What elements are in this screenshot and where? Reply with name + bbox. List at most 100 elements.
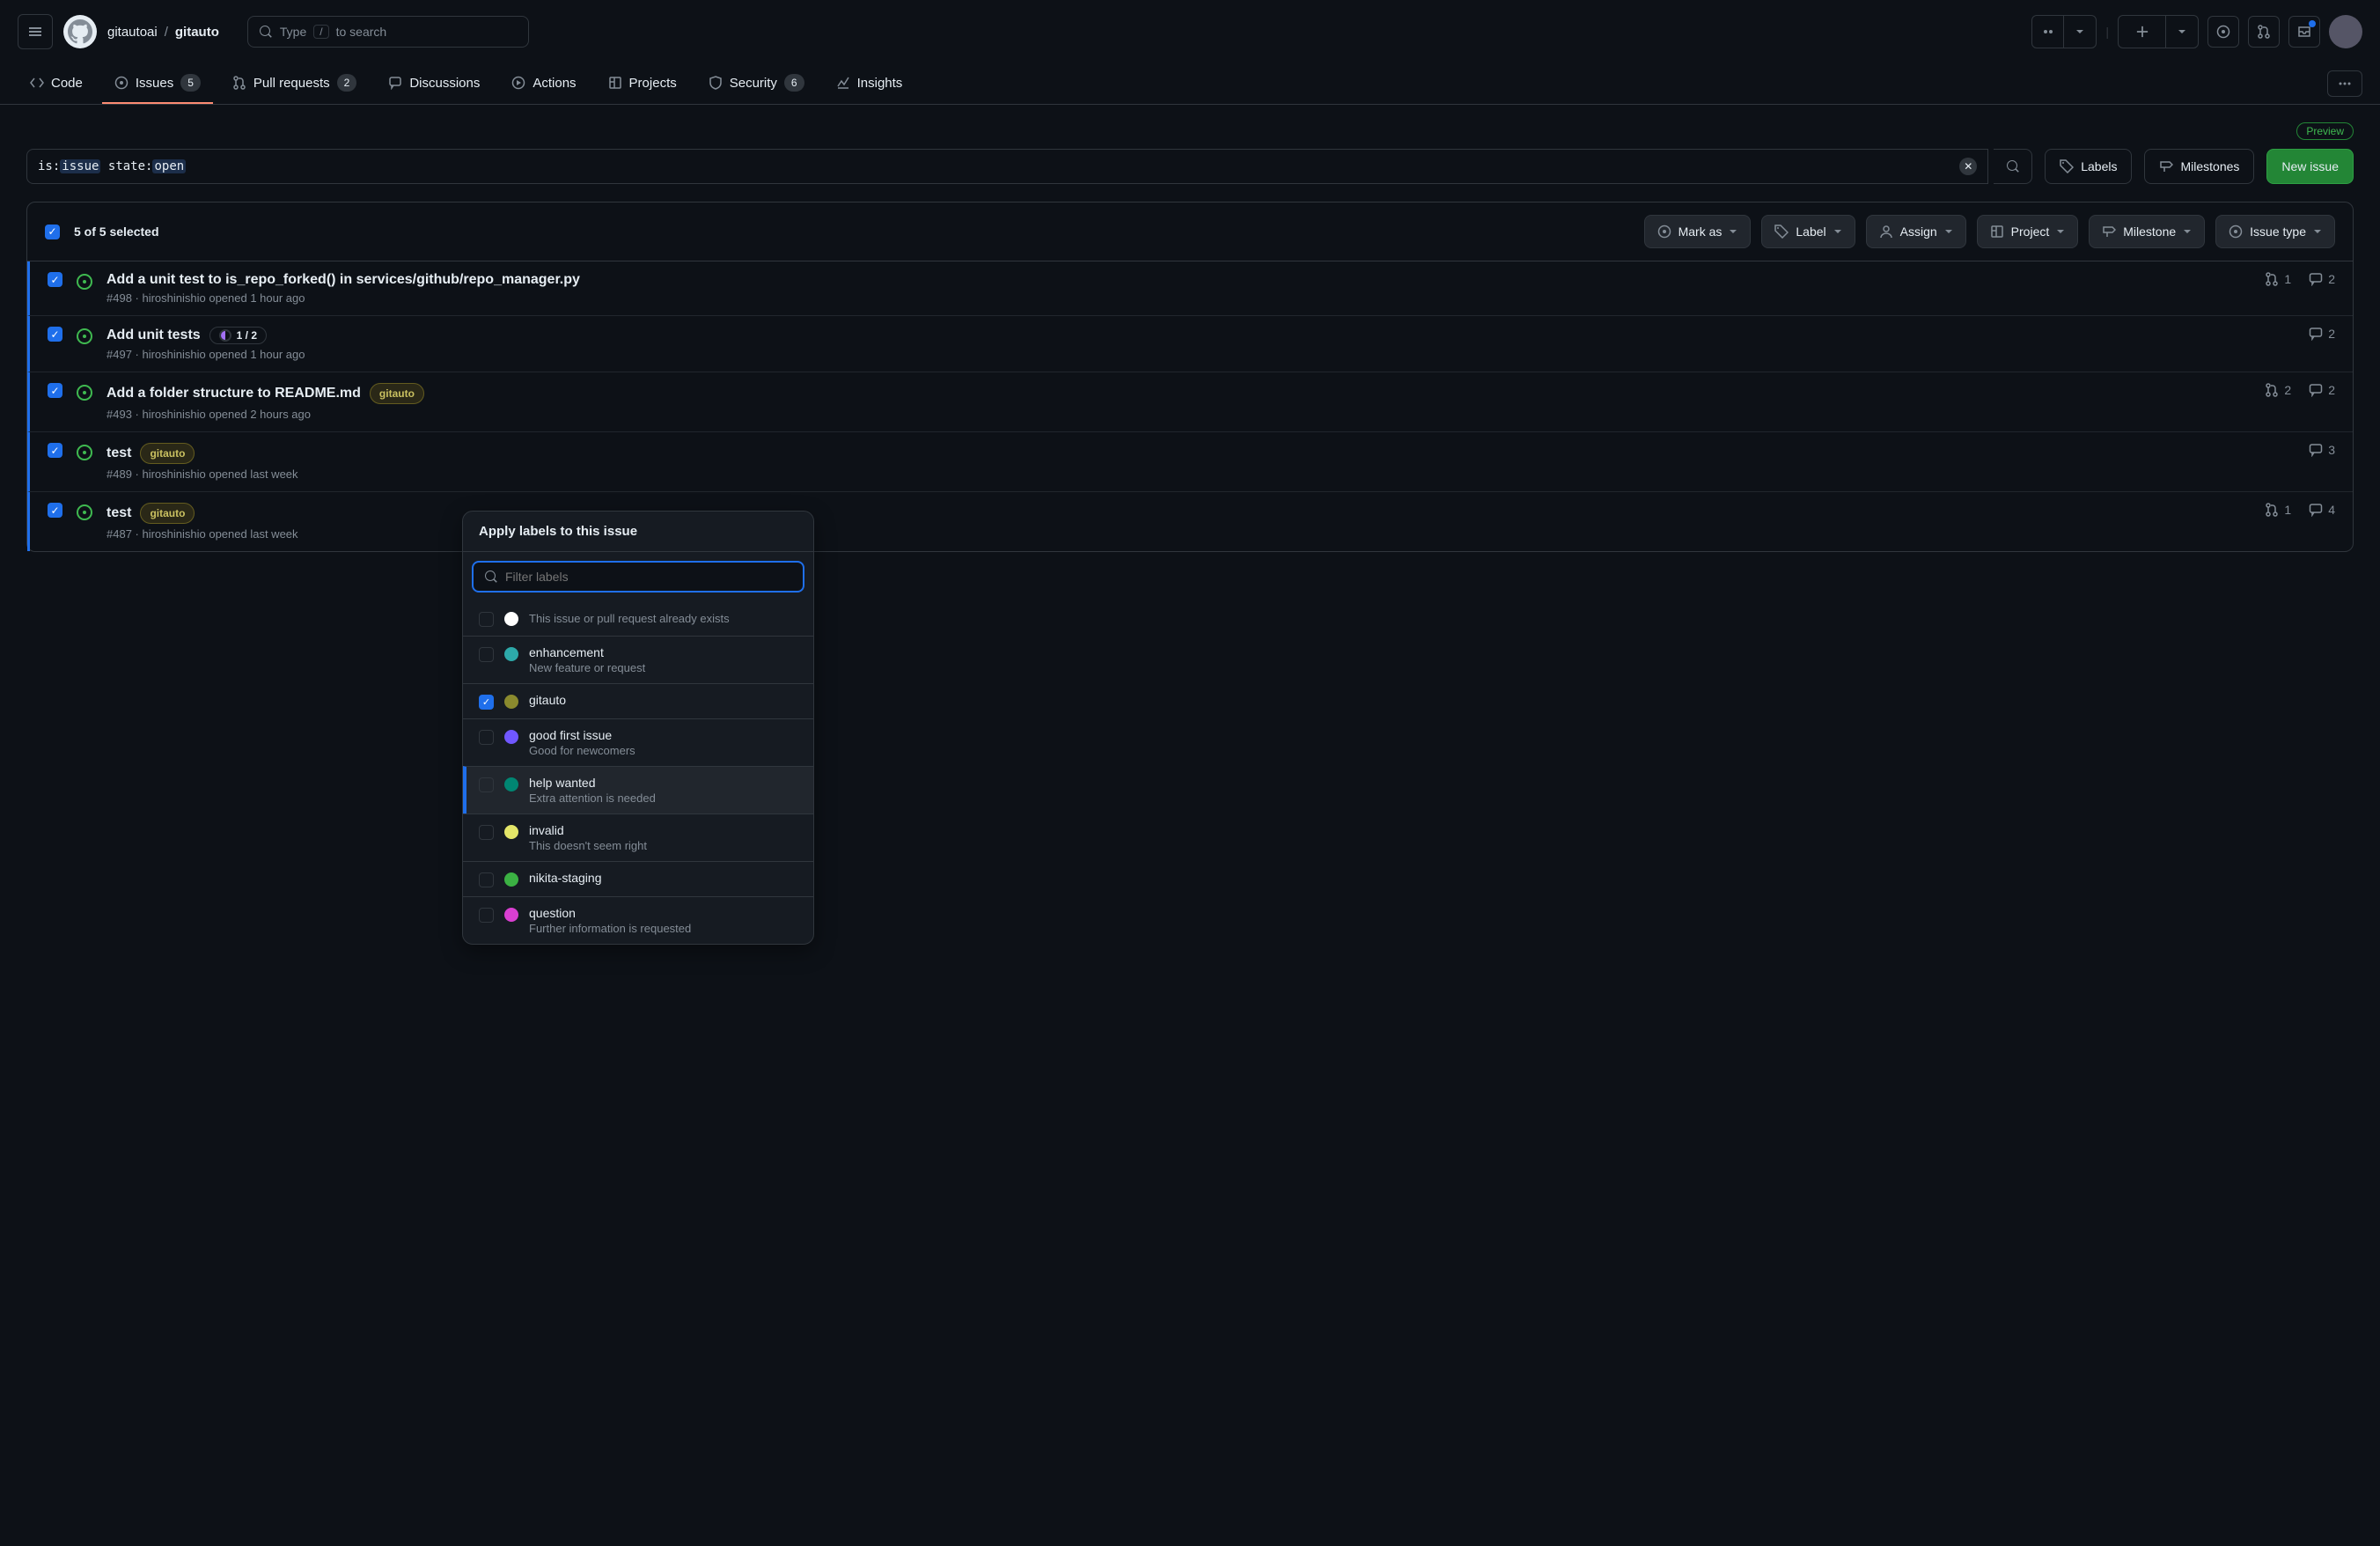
nav-insights[interactable]: Insights bbox=[824, 65, 915, 103]
nav-projects[interactable]: Projects bbox=[596, 65, 689, 103]
chevron-down-icon bbox=[1833, 227, 1842, 236]
label-checkbox[interactable] bbox=[479, 908, 494, 923]
label-name: enhancement bbox=[529, 645, 797, 659]
label-option[interactable]: help wanted Extra attention is needed bbox=[463, 766, 813, 813]
search-input[interactable]: Type / to search bbox=[247, 16, 529, 48]
labels-button[interactable]: Labels bbox=[2045, 149, 2132, 184]
label-color-dot bbox=[504, 825, 518, 839]
breadcrumb: gitautoai / gitauto bbox=[107, 25, 219, 40]
label-option[interactable]: invalid This doesn't seem right bbox=[463, 813, 813, 861]
label-checkbox[interactable] bbox=[479, 872, 494, 887]
label-checkbox[interactable]: ✓ bbox=[479, 695, 494, 710]
pr-count[interactable]: 1 bbox=[2265, 272, 2291, 286]
nav-code[interactable]: Code bbox=[18, 65, 95, 103]
issue-label[interactable]: gitauto bbox=[140, 443, 195, 464]
label-dropdown[interactable]: Label bbox=[1761, 215, 1855, 248]
create-button-group[interactable] bbox=[2118, 15, 2199, 48]
issue-label[interactable]: gitauto bbox=[140, 503, 195, 524]
label-option[interactable]: enhancement New feature or request bbox=[463, 636, 813, 683]
chevron-down-icon bbox=[2178, 27, 2186, 36]
issue-title[interactable]: test bbox=[107, 505, 131, 521]
repo-link[interactable]: gitauto bbox=[175, 25, 219, 40]
popover-title: Apply labels to this issue bbox=[463, 512, 813, 552]
label-description: Extra attention is needed bbox=[529, 791, 797, 805]
assign-dropdown[interactable]: Assign bbox=[1866, 215, 1966, 248]
person-icon bbox=[1879, 225, 1893, 239]
issue-label[interactable]: gitauto bbox=[370, 383, 424, 404]
comment-count[interactable]: 4 bbox=[2309, 503, 2335, 517]
issue-type-dropdown[interactable]: Issue type bbox=[2215, 215, 2335, 248]
play-icon bbox=[511, 76, 525, 90]
issue-title[interactable]: test bbox=[107, 445, 131, 461]
select-all-checkbox[interactable]: ✓ bbox=[45, 225, 60, 239]
milestone-dropdown[interactable]: Milestone bbox=[2089, 215, 2205, 248]
owner-link[interactable]: gitautoai bbox=[107, 25, 158, 40]
nav-pulls[interactable]: Pull requests 2 bbox=[220, 63, 369, 104]
label-checkbox[interactable] bbox=[479, 647, 494, 662]
issue-row[interactable]: ✓ Add a folder structure to README.md gi… bbox=[27, 372, 2353, 432]
issue-row[interactable]: ✓ test gitauto #487 · hiroshinishio open… bbox=[27, 492, 2353, 551]
tag-icon bbox=[2060, 159, 2074, 173]
label-option[interactable]: nikita-staging bbox=[463, 861, 813, 896]
label-option[interactable]: ✓ gitauto bbox=[463, 683, 813, 718]
milestones-button[interactable]: Milestones bbox=[2144, 149, 2254, 184]
issue-title[interactable]: Add unit tests bbox=[107, 328, 201, 343]
label-filter-input[interactable] bbox=[472, 561, 804, 593]
comment-count[interactable]: 2 bbox=[2309, 327, 2335, 341]
issue-row[interactable]: ✓ test gitauto #489 · hiroshinishio open… bbox=[27, 432, 2353, 492]
search-icon bbox=[484, 570, 498, 584]
copilot-button-group[interactable] bbox=[2031, 15, 2097, 48]
pr-count[interactable]: 2 bbox=[2265, 383, 2291, 397]
issue-title[interactable]: Add a folder structure to README.md bbox=[107, 386, 361, 401]
label-checkbox[interactable] bbox=[479, 777, 494, 792]
issue-checkbox[interactable]: ✓ bbox=[48, 383, 62, 398]
label-name: gitauto bbox=[529, 693, 797, 707]
pr-count[interactable]: 1 bbox=[2265, 503, 2291, 517]
issue-meta: #498 · hiroshinishio opened 1 hour ago bbox=[107, 291, 2251, 305]
issue-checkbox[interactable]: ✓ bbox=[48, 272, 62, 287]
label-option[interactable]: good first issue Good for newcomers bbox=[463, 718, 813, 766]
issue-open-icon bbox=[77, 445, 92, 460]
nav-issues[interactable]: Issues 5 bbox=[102, 63, 213, 104]
issue-checkbox[interactable]: ✓ bbox=[48, 443, 62, 458]
label-color-dot bbox=[504, 730, 518, 744]
github-logo[interactable] bbox=[63, 15, 97, 48]
filter-clear-button[interactable]: ✕ bbox=[1959, 158, 1977, 175]
nav-security[interactable]: Security 6 bbox=[696, 63, 817, 104]
comment-count[interactable]: 2 bbox=[2309, 383, 2335, 397]
discussions-icon bbox=[388, 76, 402, 90]
issue-title[interactable]: Add a unit test to is_repo_forked() in s… bbox=[107, 272, 580, 288]
issue-checkbox[interactable]: ✓ bbox=[48, 327, 62, 342]
mark-as-dropdown[interactable]: Mark as bbox=[1644, 215, 1752, 248]
security-count-badge: 6 bbox=[784, 74, 804, 92]
avatar[interactable] bbox=[2329, 15, 2362, 48]
label-option[interactable]: question Further information is requeste… bbox=[463, 896, 813, 944]
projects-icon bbox=[1990, 225, 2004, 239]
preview-badge[interactable]: Preview bbox=[2296, 122, 2354, 140]
inbox-icon bbox=[2297, 25, 2311, 39]
hamburger-menu[interactable] bbox=[18, 14, 53, 49]
issue-row[interactable]: ✓ Add unit tests 1 / 2 #497 · hiroshinis… bbox=[27, 316, 2353, 372]
issue-checkbox[interactable]: ✓ bbox=[48, 503, 62, 518]
nav-more-button[interactable] bbox=[2327, 70, 2362, 97]
label-checkbox[interactable] bbox=[479, 825, 494, 840]
project-dropdown[interactable]: Project bbox=[1977, 215, 2079, 248]
issue-row[interactable]: ✓ Add a unit test to is_repo_forked() in… bbox=[27, 261, 2353, 316]
issue-icon bbox=[2216, 25, 2230, 39]
label-option[interactable]: This issue or pull request already exist… bbox=[463, 601, 813, 636]
label-checkbox[interactable] bbox=[479, 612, 494, 627]
comment-icon bbox=[2309, 272, 2323, 286]
issue-meta: #489 · hiroshinishio opened last week bbox=[107, 467, 2295, 481]
nav-discussions[interactable]: Discussions bbox=[376, 65, 492, 103]
notifications-button[interactable] bbox=[2288, 16, 2320, 48]
nav-actions[interactable]: Actions bbox=[499, 65, 588, 103]
comment-count[interactable]: 2 bbox=[2309, 272, 2335, 286]
code-icon bbox=[30, 76, 44, 90]
label-checkbox[interactable] bbox=[479, 730, 494, 745]
comment-count[interactable]: 3 bbox=[2309, 443, 2335, 457]
filter-search-button[interactable] bbox=[1994, 149, 2032, 184]
pulls-icon-button[interactable] bbox=[2248, 16, 2280, 48]
issues-icon-button[interactable] bbox=[2207, 16, 2239, 48]
new-issue-button[interactable]: New issue bbox=[2266, 149, 2354, 184]
filter-input[interactable]: is:issue state:open ✕ bbox=[26, 149, 1988, 184]
